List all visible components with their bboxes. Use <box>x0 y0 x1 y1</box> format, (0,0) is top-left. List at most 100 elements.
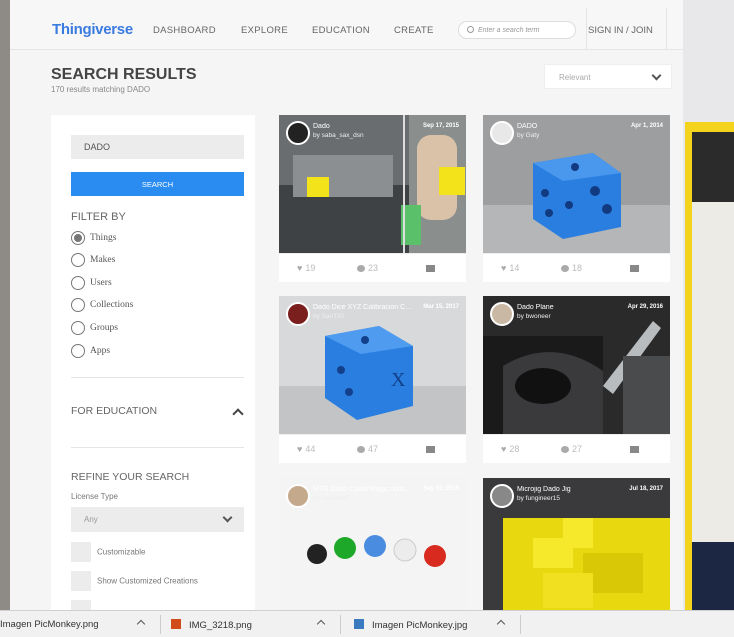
card-author[interactable]: by monoly60 <box>313 495 350 502</box>
sign-in-join-link[interactable]: SIGN IN / JOIN <box>588 25 653 36</box>
nav-create[interactable]: CREATE <box>394 25 434 36</box>
filter-sidebar: DADO SEARCH FILTER BY Things Makes Users… <box>51 115 255 610</box>
checkbox[interactable] <box>71 571 91 591</box>
card-date: Jul 18, 2017 <box>629 486 663 492</box>
image-file-icon <box>171 619 181 629</box>
chevron-up-icon[interactable] <box>232 408 244 420</box>
site-header: Thingiverse DASHBOARD EXPLORE EDUCATION … <box>10 0 683 50</box>
search-button[interactable]: SEARCH <box>71 172 244 196</box>
header-search-input[interactable]: Enter a search term <box>458 21 576 39</box>
thing-thumbnail[interactable]: MTG Dado Carbs Magic cont... by monoly60… <box>279 478 466 610</box>
thing-thumbnail[interactable]: Dado Plane by bwoneer Apr 29, 2016 <box>483 296 670 434</box>
card-stats: ♥ 44 47 <box>279 434 466 463</box>
card-author[interactable]: by Gaty <box>517 132 539 139</box>
checkbox[interactable] <box>71 542 91 562</box>
header-divider <box>586 8 587 50</box>
chevron-up-icon[interactable] <box>496 619 506 629</box>
thing-thumbnail[interactable]: DADO by Gaty Apr 1, 2014 <box>483 115 670 253</box>
thing-thumbnail[interactable]: X Dado Dice XYZ Calibracion C... by SanT… <box>279 296 466 434</box>
show-customized-checkbox-row[interactable]: Show Customized Creations <box>71 571 198 591</box>
result-card[interactable]: Dado by saba_sax_dsn Sep 17, 2015 ♥ 19 23 <box>279 115 466 282</box>
radio-icon[interactable] <box>71 298 85 312</box>
result-card[interactable]: X Dado Dice XYZ Calibracion C... by SanT… <box>279 296 466 463</box>
avatar[interactable] <box>286 121 310 145</box>
filter-groups[interactable]: Groups <box>71 321 118 337</box>
sort-dropdown[interactable]: Relevant <box>544 64 672 89</box>
like-count[interactable]: ♥ 44 <box>297 444 315 454</box>
like-count[interactable]: ♥ 14 <box>501 263 519 273</box>
card-author[interactable]: by SanT82 <box>313 313 344 320</box>
collect-button[interactable] <box>426 444 435 454</box>
avatar[interactable] <box>286 484 310 508</box>
like-count[interactable]: ♥ 28 <box>501 444 519 454</box>
download-item[interactable]: Imagen PicMonkey.jpg <box>354 619 467 631</box>
collect-button[interactable] <box>426 263 435 273</box>
download-shelf: Imagen PicMonkey.png IMG_3218.png Imagen… <box>0 610 734 637</box>
filter-makes[interactable]: Makes <box>71 253 115 269</box>
divider <box>160 615 161 634</box>
photo-region <box>692 542 734 610</box>
card-title[interactable]: Dado <box>313 123 423 130</box>
radio-icon[interactable] <box>71 321 85 335</box>
filter-collections[interactable]: Collections <box>71 298 133 314</box>
collect-icon <box>630 446 639 453</box>
comment-icon <box>561 265 569 272</box>
card-author[interactable]: by bwoneer <box>517 313 551 320</box>
download-item[interactable]: IMG_3218.png <box>171 619 252 631</box>
for-education-heading[interactable]: FOR EDUCATION <box>71 405 157 417</box>
card-date: Mar 15, 2017 <box>423 304 459 310</box>
result-card[interactable]: DADO by Gaty Apr 1, 2014 ♥ 14 18 <box>483 115 670 282</box>
card-title[interactable]: DADO <box>517 123 627 130</box>
collect-button[interactable] <box>630 444 639 454</box>
avatar[interactable] <box>490 121 514 145</box>
result-card[interactable]: MTG Dado Carbs Magic cont... by monoly60… <box>279 478 466 610</box>
download-item[interactable]: Imagen PicMonkey.png <box>0 619 99 630</box>
radio-selected-icon[interactable] <box>71 231 85 245</box>
avatar[interactable] <box>490 484 514 508</box>
license-type-value: Any <box>84 515 98 524</box>
card-author[interactable]: by saba_sax_dsn <box>313 132 364 139</box>
avatar[interactable] <box>286 302 310 326</box>
filter-things[interactable]: Things <box>71 231 116 247</box>
radio-icon[interactable] <box>71 253 85 267</box>
thing-thumbnail[interactable]: Dado by saba_sax_dsn Sep 17, 2015 <box>279 115 466 253</box>
card-title[interactable]: MTG Dado Carbs Magic cont... <box>313 486 423 493</box>
card-author[interactable]: by fungineer15 <box>517 495 560 502</box>
result-card[interactable]: Microjig Dado Jig by fungineer15 Jul 18,… <box>483 478 670 610</box>
photo-region <box>692 202 734 547</box>
filter-apps[interactable]: Apps <box>71 344 110 360</box>
chevron-up-icon[interactable] <box>136 619 146 629</box>
checkbox[interactable] <box>71 600 91 610</box>
customizable-checkbox-row[interactable]: Customizable <box>71 542 145 562</box>
card-date: Sep 17, 2015 <box>422 123 459 129</box>
comment-count[interactable]: 47 <box>357 444 378 454</box>
comment-count[interactable]: 23 <box>357 263 378 273</box>
search-term-input[interactable]: DADO <box>71 135 244 159</box>
checkbox-row[interactable] <box>71 600 97 610</box>
collect-button[interactable] <box>630 263 639 273</box>
radio-icon[interactable] <box>71 344 85 358</box>
avatar[interactable] <box>490 302 514 326</box>
result-card[interactable]: Dado Plane by bwoneer Apr 29, 2016 ♥ 28 2… <box>483 296 670 463</box>
license-type-select[interactable]: Any <box>71 507 244 532</box>
card-title[interactable]: Microjig Dado Jig <box>517 486 627 493</box>
nav-dashboard[interactable]: DASHBOARD <box>153 25 216 36</box>
svg-text:X: X <box>391 369 406 391</box>
divider <box>340 615 341 634</box>
chevron-up-icon[interactable] <box>316 619 326 629</box>
radio-icon[interactable] <box>71 276 85 290</box>
collect-icon <box>426 446 435 453</box>
nav-education[interactable]: EDUCATION <box>312 25 370 36</box>
thingiverse-logo[interactable]: Thingiverse <box>52 21 133 38</box>
download-filename: Imagen PicMonkey.jpg <box>372 620 468 631</box>
card-stats: ♥ 19 23 <box>279 253 466 282</box>
nav-explore[interactable]: EXPLORE <box>241 25 288 36</box>
card-title[interactable]: Dado Plane <box>517 304 627 311</box>
sort-value: Relevant <box>559 73 591 82</box>
like-count[interactable]: ♥ 19 <box>297 263 315 273</box>
comment-count[interactable]: 18 <box>561 263 582 273</box>
comment-count[interactable]: 27 <box>561 444 582 454</box>
filter-users[interactable]: Users <box>71 276 112 292</box>
thing-thumbnail[interactable]: Microjig Dado Jig by fungineer15 Jul 18,… <box>483 478 670 610</box>
card-title[interactable]: Dado Dice XYZ Calibracion C... <box>313 304 423 311</box>
